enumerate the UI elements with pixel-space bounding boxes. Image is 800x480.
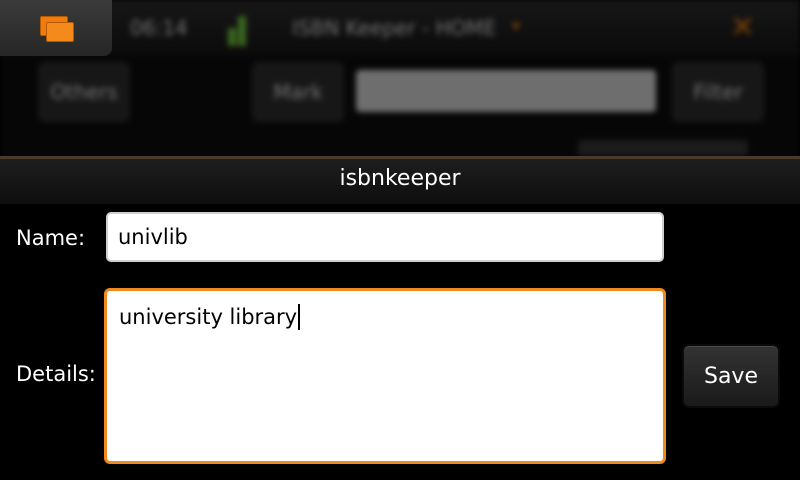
background-list-item: [578, 140, 748, 156]
background-clock: 06:14: [130, 16, 188, 40]
background-others-button: Others: [38, 62, 130, 122]
background-app-title: ISBN Keeper - HOME: [292, 16, 497, 40]
close-icon: ✕: [730, 10, 756, 45]
background-mark-button: Mark: [252, 62, 344, 122]
save-button[interactable]: Save: [682, 344, 780, 408]
dialog-title: isbnkeeper: [339, 166, 461, 191]
text-cursor: [298, 304, 301, 330]
name-field[interactable]: univlib: [106, 212, 664, 262]
details-label: Details:: [16, 362, 96, 386]
details-field-value: university library: [119, 305, 298, 329]
task-switcher-button[interactable]: [0, 0, 112, 56]
details-textarea[interactable]: university library: [104, 288, 666, 464]
background-app: 06:14 ISBN Keeper - HOME ▾ ✕ Others Mark…: [0, 0, 800, 160]
edit-dialog: isbnkeeper Name: univlib Details: univer…: [0, 156, 800, 480]
task-switcher-icon-front: [46, 22, 74, 42]
screen: 06:14 ISBN Keeper - HOME ▾ ✕ Others Mark…: [0, 0, 800, 480]
battery-icon: [228, 12, 254, 46]
background-search-input: [356, 70, 656, 112]
chevron-down-icon: ▾: [512, 16, 521, 35]
name-label: Name:: [16, 226, 86, 250]
background-filter-button: Filter: [672, 62, 764, 122]
name-field-value: univlib: [118, 225, 188, 249]
